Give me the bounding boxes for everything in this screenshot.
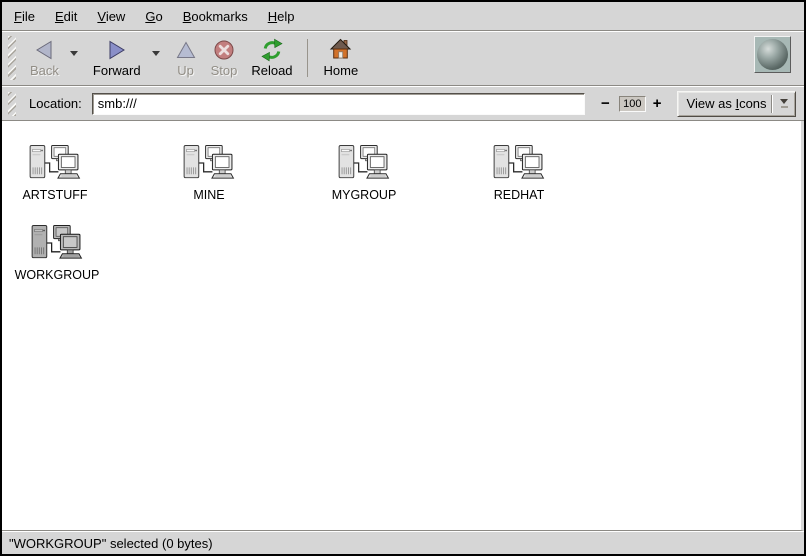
back-history-dropdown-button[interactable] <box>66 55 82 75</box>
forward-arrow-icon <box>106 36 128 63</box>
chevron-down-icon <box>152 51 160 73</box>
menu-file-mnemonic: F <box>14 9 22 24</box>
menu-bookmarks[interactable]: Bookmarks <box>173 4 258 29</box>
menu-view[interactable]: View <box>87 4 135 29</box>
home-button[interactable]: Home <box>317 34 366 80</box>
back-button[interactable]: Back <box>23 34 66 80</box>
throbber-globe-icon <box>757 39 788 70</box>
up-button-label: Up <box>177 63 194 78</box>
icon-label: REDHAT <box>494 188 544 202</box>
home-icon <box>329 36 352 63</box>
menubar: File Edit View Go Bookmarks Help <box>2 2 804 30</box>
icon-item-artstuff[interactable]: ARTSTUFF <box>2 144 110 202</box>
toolbar-separator <box>307 39 308 77</box>
icon-label: WORKGROUP <box>15 268 100 282</box>
menu-bookmarks-label: ookmarks <box>191 9 247 24</box>
network-workgroup-icon <box>30 224 85 265</box>
stop-button[interactable]: Stop <box>204 34 245 80</box>
file-manager-window: File Edit View Go Bookmarks Help Back Fo… <box>0 0 806 556</box>
network-workgroup-icon <box>492 144 547 185</box>
stop-icon <box>213 36 235 63</box>
view-as-label-rest: cons <box>739 96 766 111</box>
view-as-label-pre: View as <box>687 96 736 111</box>
chevron-down-icon <box>70 51 78 73</box>
view-as-dropdown-separator <box>771 95 773 113</box>
location-bar: Location: − 100 + View as Icons <box>2 87 804 121</box>
throbber-indicator <box>754 36 791 73</box>
icon-label: MYGROUP <box>332 188 397 202</box>
network-workgroup-icon <box>28 144 83 185</box>
up-button[interactable]: Up <box>168 34 204 80</box>
icon-label: MINE <box>193 188 224 202</box>
reload-button-label: Reload <box>251 63 292 78</box>
menu-edit[interactable]: Edit <box>45 4 87 29</box>
menu-go-mnemonic: G <box>145 9 155 24</box>
menu-view-mnemonic: V <box>97 9 105 24</box>
menu-file[interactable]: File <box>4 4 45 29</box>
icon-item-mine[interactable]: MINE <box>154 144 264 202</box>
forward-history-dropdown-button[interactable] <box>148 55 164 75</box>
zoom-out-button[interactable]: − <box>599 95 612 112</box>
menu-edit-label: dit <box>64 9 78 24</box>
back-button-label: Back <box>30 63 59 78</box>
menu-help-label: elp <box>277 9 294 24</box>
menu-edit-mnemonic: E <box>55 9 64 24</box>
icon-label: ARTSTUFF <box>22 188 87 202</box>
icon-item-workgroup[interactable]: WORKGROUP <box>2 224 112 282</box>
stop-button-label: Stop <box>211 63 238 78</box>
icon-view-canvas: ARTSTUFF MINE MYGROUP REDHAT WORKGROUP <box>2 121 804 531</box>
reload-button[interactable]: Reload <box>244 34 299 80</box>
up-arrow-icon <box>175 36 197 63</box>
menu-go-label: o <box>155 9 162 24</box>
location-label: Location: <box>29 96 82 111</box>
view-as-label: View as Icons <box>687 96 769 111</box>
icon-item-mygroup[interactable]: MYGROUP <box>309 144 419 202</box>
location-bar-grip-handle[interactable] <box>8 92 16 116</box>
zoom-in-button[interactable]: + <box>651 95 664 112</box>
menu-help[interactable]: Help <box>258 4 305 29</box>
toolbar-grip-handle[interactable] <box>8 36 16 80</box>
reload-icon <box>260 36 284 63</box>
view-as-dropdown[interactable]: View as Icons <box>677 91 796 117</box>
dropdown-indicator-icon <box>777 99 791 108</box>
status-bar: "WORKGROUP" selected (0 bytes) <box>2 531 804 554</box>
forward-button[interactable]: Forward <box>86 34 148 80</box>
menu-go[interactable]: Go <box>135 4 172 29</box>
location-input[interactable] <box>92 93 585 115</box>
back-arrow-icon <box>33 36 55 63</box>
toolbar: Back Forward Up Stop <box>2 32 804 85</box>
menu-help-mnemonic: H <box>268 9 277 24</box>
menu-file-label: ile <box>22 9 35 24</box>
status-text: "WORKGROUP" selected (0 bytes) <box>9 536 213 551</box>
network-workgroup-icon <box>182 144 237 185</box>
menu-view-label: iew <box>106 9 126 24</box>
network-workgroup-icon <box>337 144 392 185</box>
forward-button-label: Forward <box>93 63 141 78</box>
icon-item-redhat[interactable]: REDHAT <box>464 144 574 202</box>
zoom-level-indicator[interactable]: 100 <box>619 96 646 112</box>
home-button-label: Home <box>324 63 359 78</box>
